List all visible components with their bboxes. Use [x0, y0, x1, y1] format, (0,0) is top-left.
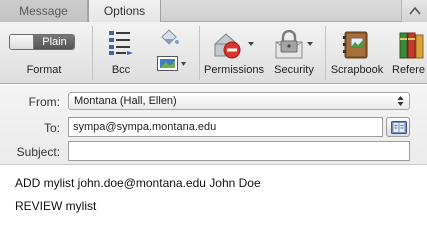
tab-options[interactable]: Options	[88, 0, 161, 23]
format-group: Plain Format	[0, 22, 88, 84]
lock-envelope-icon	[275, 30, 313, 59]
chevron-up-icon	[409, 6, 421, 15]
to-label: To:	[43, 121, 60, 135]
from-account-value: Montana (Hall, Ellen)	[74, 95, 177, 107]
ribbon-divider	[92, 26, 93, 80]
address-book-button[interactable]	[386, 117, 410, 137]
reference-button[interactable]: Refere	[388, 22, 427, 84]
to-field[interactable]: sympa@sympa.montana.edu	[68, 117, 383, 137]
subject-field[interactable]	[68, 141, 410, 161]
plain-text-toggle[interactable]: Plain	[9, 34, 75, 50]
collapse-ribbon-button[interactable]	[401, 0, 427, 22]
books-icon	[399, 32, 424, 59]
permissions-no-entry-icon	[214, 33, 254, 59]
ribbon-divider	[325, 26, 326, 80]
reference-label: Refere	[392, 64, 426, 76]
select-arrows-icon	[397, 96, 404, 106]
bcc-label: Bcc	[111, 64, 131, 76]
from-label: From:	[28, 95, 60, 109]
body-line-add[interactable]: ADD mylist john.doe@montana.edu John Doe	[15, 176, 261, 190]
scrapbook-label: Scrapbook	[330, 64, 384, 76]
bcc-list-icon	[109, 31, 133, 55]
tab-message[interactable]: Message	[0, 0, 88, 22]
ribbon: Plain Format Bcc Permissions Security Sc…	[0, 22, 427, 84]
message-header: From: Montana (Hall, Ellen) To: sympa@sy…	[0, 85, 427, 165]
paint-bucket-icon[interactable]	[158, 28, 180, 48]
plain-toggle-label: Plain	[34, 35, 74, 49]
from-account-select[interactable]: Montana (Hall, Ellen)	[68, 92, 410, 110]
ribbon-divider	[199, 26, 200, 80]
format-label: Format	[26, 64, 62, 76]
toggle-knob	[10, 35, 34, 49]
background-group	[152, 22, 196, 84]
to-recipient: sympa@sympa.montana.edu	[73, 121, 217, 133]
permissions-button[interactable]: Permissions	[203, 22, 265, 84]
scrapbook-icon	[343, 31, 368, 59]
background-picture-icon[interactable]	[157, 56, 187, 72]
permissions-label: Permissions	[204, 64, 264, 76]
scrapbook-button[interactable]: Scrapbook	[329, 22, 385, 84]
subject-label: Subject:	[16, 145, 60, 159]
security-button[interactable]: Security	[268, 22, 320, 84]
body-line-review[interactable]: REVIEW mylist	[15, 199, 96, 213]
bcc-button[interactable]: Bcc	[96, 22, 146, 84]
security-label: Security	[274, 64, 314, 76]
ribbon-tab-bar: Message Options	[0, 0, 427, 23]
address-book-icon	[391, 121, 407, 134]
